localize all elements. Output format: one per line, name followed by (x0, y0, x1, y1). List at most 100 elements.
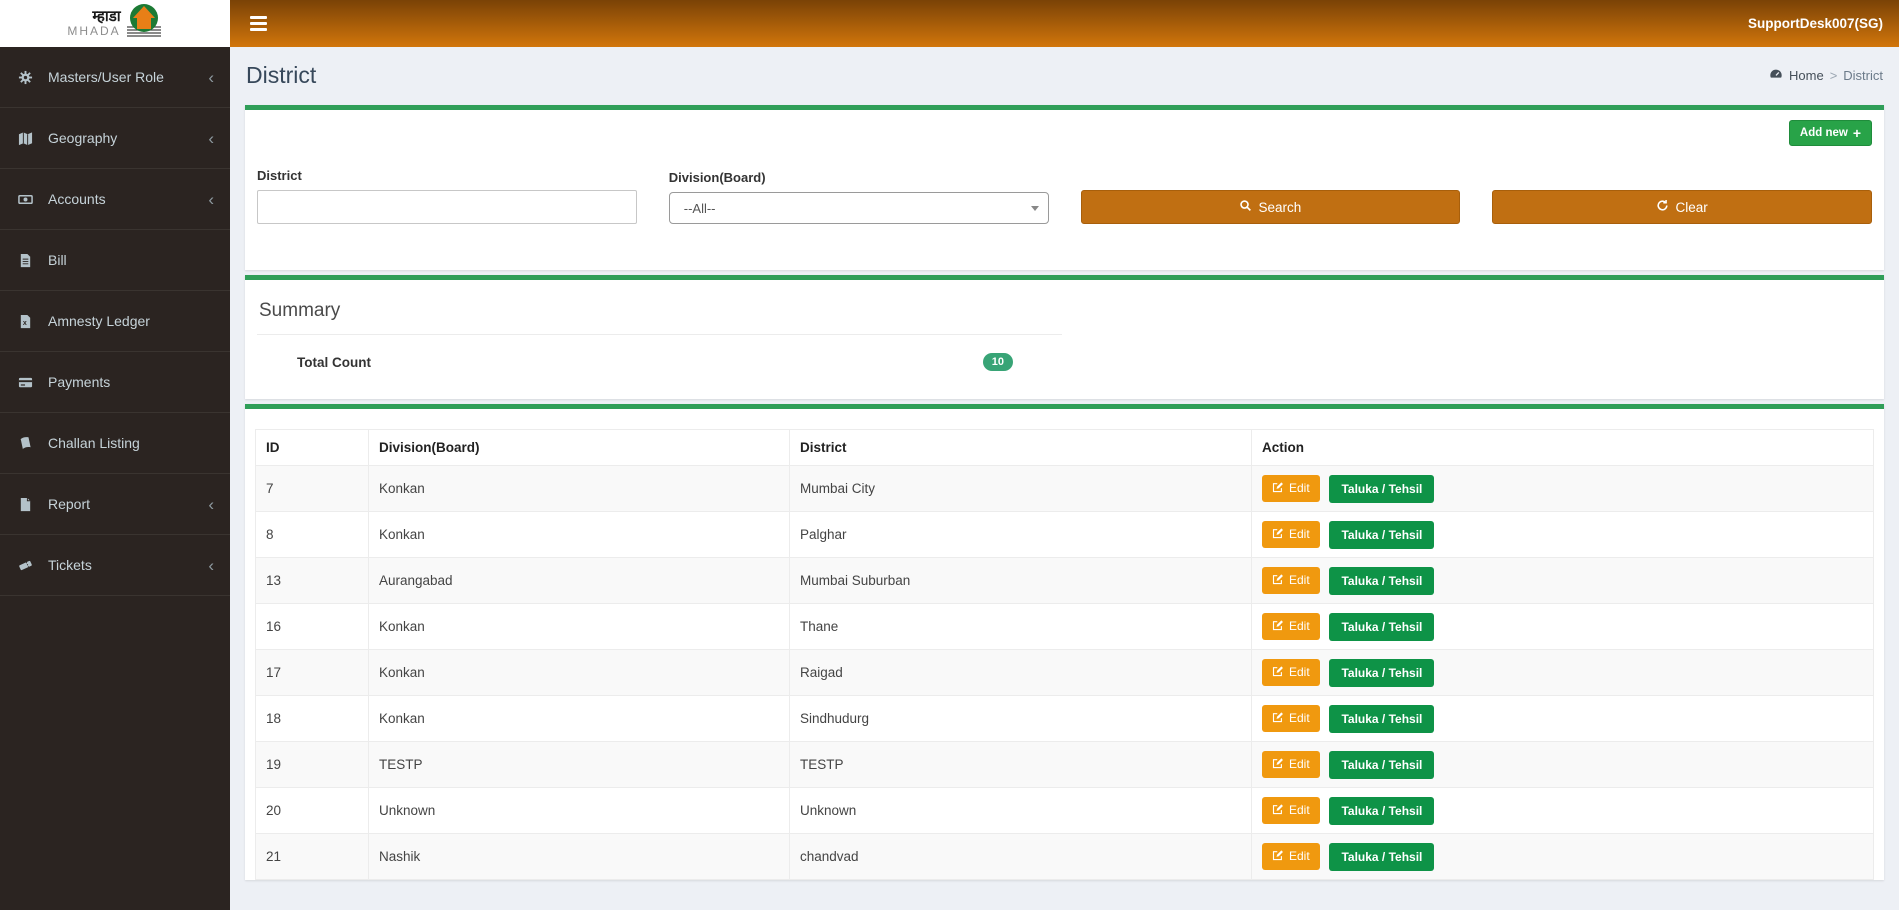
district-filter-input[interactable] (257, 190, 637, 224)
sidebar-item-label: Amnesty Ledger (48, 313, 208, 329)
sidebar-item[interactable]: Bill ‹ (0, 230, 230, 291)
summary-divider (257, 334, 1062, 335)
file-excel-icon: x (18, 314, 40, 329)
user-account-label[interactable]: SupportDesk007(SG) (1748, 16, 1883, 31)
division-select[interactable]: --All-- (669, 192, 1049, 224)
plus-icon: + (1853, 126, 1861, 140)
cell-district: Mumbai Suburban (790, 558, 1252, 604)
edit-button-label: Edit (1289, 849, 1310, 863)
sidebar-item-label: Bill (48, 252, 208, 268)
edit-button-label: Edit (1289, 619, 1310, 633)
clear-button-label: Clear (1675, 200, 1707, 215)
caret-down-icon (1031, 206, 1039, 211)
table-header-row: ID Division(Board) District Action (256, 430, 1874, 466)
cell-division: Unknown (369, 788, 790, 834)
taluka-button-label: Taluka / Tehsil (1341, 482, 1422, 496)
cell-id: 13 (256, 558, 369, 604)
edit-button[interactable]: Edit (1262, 797, 1320, 824)
table-row: 17 Konkan Raigad Edit Taluka / Te (256, 650, 1874, 696)
edit-button[interactable]: Edit (1262, 567, 1320, 594)
clear-button[interactable]: Clear (1492, 190, 1872, 224)
top-navbar: SupportDesk007(SG) (230, 0, 1899, 47)
cell-action: Edit Taluka / Tehsil (1252, 512, 1874, 558)
table-row: 7 Konkan Mumbai City Edit Taluka (256, 466, 1874, 512)
edit-button[interactable]: Edit (1262, 705, 1320, 732)
cell-district: TESTP (790, 742, 1252, 788)
edit-pencil-icon (1272, 481, 1284, 496)
edit-button[interactable]: Edit (1262, 613, 1320, 640)
taluka-button-label: Taluka / Tehsil (1341, 620, 1422, 634)
edit-button-label: Edit (1289, 803, 1310, 817)
mhada-logo[interactable]: म्हाडा MHADA (0, 0, 230, 47)
sidebar-item[interactable]: Masters/User Role ‹ (0, 47, 230, 108)
mhada-emblem-icon (125, 1, 163, 46)
edit-pencil-icon (1272, 757, 1284, 772)
edit-button[interactable]: Edit (1262, 659, 1320, 686)
cell-district: Thane (790, 604, 1252, 650)
app-window: म्हाडा MHADA Masters/User Role ‹ (0, 0, 1899, 910)
edit-pencil-icon (1272, 849, 1284, 864)
table-card: ID Division(Board) District Action 7 Kon… (245, 404, 1884, 880)
search-icon (1239, 199, 1252, 215)
sidebar-item[interactable]: x Amnesty Ledger ‹ (0, 291, 230, 352)
edit-button[interactable]: Edit (1262, 521, 1320, 548)
edit-button-label: Edit (1289, 481, 1310, 495)
money-icon (18, 192, 40, 207)
hamburger-menu-icon[interactable] (246, 12, 271, 35)
cell-division: Konkan (369, 604, 790, 650)
cogs-icon (18, 70, 40, 85)
taluka-tehsil-button[interactable]: Taluka / Tehsil (1329, 475, 1434, 503)
file-icon (18, 497, 40, 512)
search-button[interactable]: Search (1081, 190, 1461, 224)
sidebar-item[interactable]: Geography ‹ (0, 108, 230, 169)
sidebar-item[interactable]: Payments ‹ (0, 352, 230, 413)
table-row: 20 Unknown Unknown Edit Taluka / (256, 788, 1874, 834)
taluka-tehsil-button[interactable]: Taluka / Tehsil (1329, 613, 1434, 641)
taluka-button-label: Taluka / Tehsil (1341, 712, 1422, 726)
taluka-tehsil-button[interactable]: Taluka / Tehsil (1329, 751, 1434, 779)
taluka-tehsil-button[interactable]: Taluka / Tehsil (1329, 705, 1434, 733)
edit-pencil-icon (1272, 711, 1284, 726)
taluka-tehsil-button[interactable]: Taluka / Tehsil (1329, 567, 1434, 595)
content: Add new + District Division(Board) --All… (230, 105, 1899, 910)
sidebar-item[interactable]: Challan Listing ‹ (0, 413, 230, 474)
edit-button[interactable]: Edit (1262, 475, 1320, 502)
taluka-tehsil-button[interactable]: Taluka / Tehsil (1329, 797, 1434, 825)
cell-district: Unknown (790, 788, 1252, 834)
edit-button[interactable]: Edit (1262, 751, 1320, 778)
sidebar: म्हाडा MHADA Masters/User Role ‹ (0, 0, 230, 910)
sidebar-item[interactable]: Accounts ‹ (0, 169, 230, 230)
cell-action: Edit Taluka / Tehsil (1252, 558, 1874, 604)
taluka-button-label: Taluka / Tehsil (1341, 574, 1422, 588)
cell-action: Edit Taluka / Tehsil (1252, 834, 1874, 880)
cell-district: Raigad (790, 650, 1252, 696)
cell-division: Konkan (369, 466, 790, 512)
table-row: 16 Konkan Thane Edit Taluka / Teh (256, 604, 1874, 650)
edit-button-label: Edit (1289, 757, 1310, 771)
page-title: District (246, 61, 316, 89)
taluka-tehsil-button[interactable]: Taluka / Tehsil (1329, 659, 1434, 687)
edit-pencil-icon (1272, 665, 1284, 680)
edit-pencil-icon (1272, 619, 1284, 634)
division-filter-label: Division(Board) (669, 170, 1049, 185)
taluka-tehsil-button[interactable]: Taluka / Tehsil (1329, 843, 1434, 871)
chevron-left-icon: ‹ (208, 69, 214, 86)
breadcrumb-home-link[interactable]: Home (1789, 68, 1824, 83)
edit-button[interactable]: Edit (1262, 843, 1320, 870)
cell-district: Mumbai City (790, 466, 1252, 512)
taluka-button-label: Taluka / Tehsil (1341, 666, 1422, 680)
edit-button-label: Edit (1289, 665, 1310, 679)
file-text-icon (18, 253, 40, 268)
cell-id: 7 (256, 466, 369, 512)
sidebar-item-label: Challan Listing (48, 435, 208, 451)
sidebar-item-label: Masters/User Role (48, 69, 208, 85)
sidebar-item[interactable]: Report ‹ (0, 474, 230, 535)
taluka-tehsil-button[interactable]: Taluka / Tehsil (1329, 521, 1434, 549)
table-row: 21 Nashik chandvad Edit Taluka / (256, 834, 1874, 880)
district-table: ID Division(Board) District Action 7 Kon… (255, 429, 1874, 880)
filter-card: Add new + District Division(Board) --All… (245, 105, 1884, 270)
sidebar-item[interactable]: Tickets ‹ (0, 535, 230, 596)
cell-id: 20 (256, 788, 369, 834)
division-select-value: --All-- (684, 201, 716, 216)
add-new-button[interactable]: Add new + (1789, 120, 1872, 146)
